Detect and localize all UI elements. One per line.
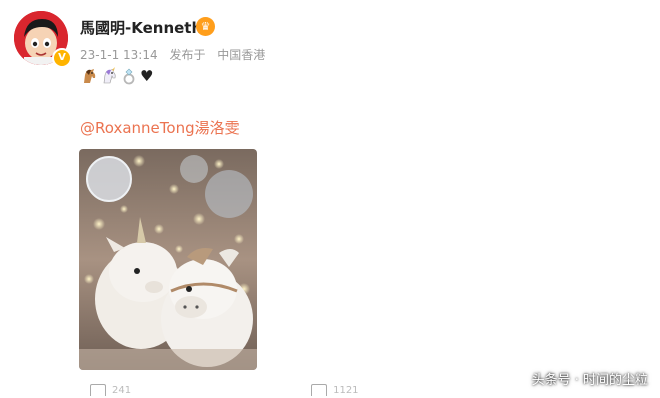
horse-emoji-icon	[84, 69, 96, 83]
unicorn-horse-plush-photo-image	[79, 149, 257, 370]
watermark-text: 头条号 · 时间的尘粒	[531, 373, 648, 388]
share-count: 241	[112, 384, 132, 396]
share-button[interactable]: 241	[90, 382, 131, 398]
post-emoji-row: ♥	[80, 66, 153, 86]
author-name[interactable]: 馬國明-Kenneth	[80, 17, 202, 38]
post-location: 中国香港	[217, 48, 266, 62]
unicorn-emoji-icon	[103, 67, 116, 84]
share-icon	[90, 384, 106, 396]
verified-badge-icon: V	[52, 48, 72, 68]
comment-count: 1121	[333, 384, 359, 396]
black-heart-icon: ♥	[140, 67, 154, 85]
comment-button[interactable]: 1121	[311, 382, 359, 398]
comment-icon	[311, 384, 328, 396]
mention-link[interactable]: @RoxanneTong湯洛雯	[80, 117, 240, 138]
post-date[interactable]: 23-1-1 13:14	[80, 48, 158, 62]
post-source-label: 发布于	[169, 48, 206, 62]
ring-emoji-icon	[123, 68, 135, 85]
post-photo[interactable]	[79, 149, 257, 370]
post-meta: 23-1-1 13:14 发布于 中国香港	[80, 46, 273, 63]
post-action-bar: 241 1121	[90, 382, 390, 398]
crown-badge-icon[interactable]: ♛	[196, 17, 215, 36]
